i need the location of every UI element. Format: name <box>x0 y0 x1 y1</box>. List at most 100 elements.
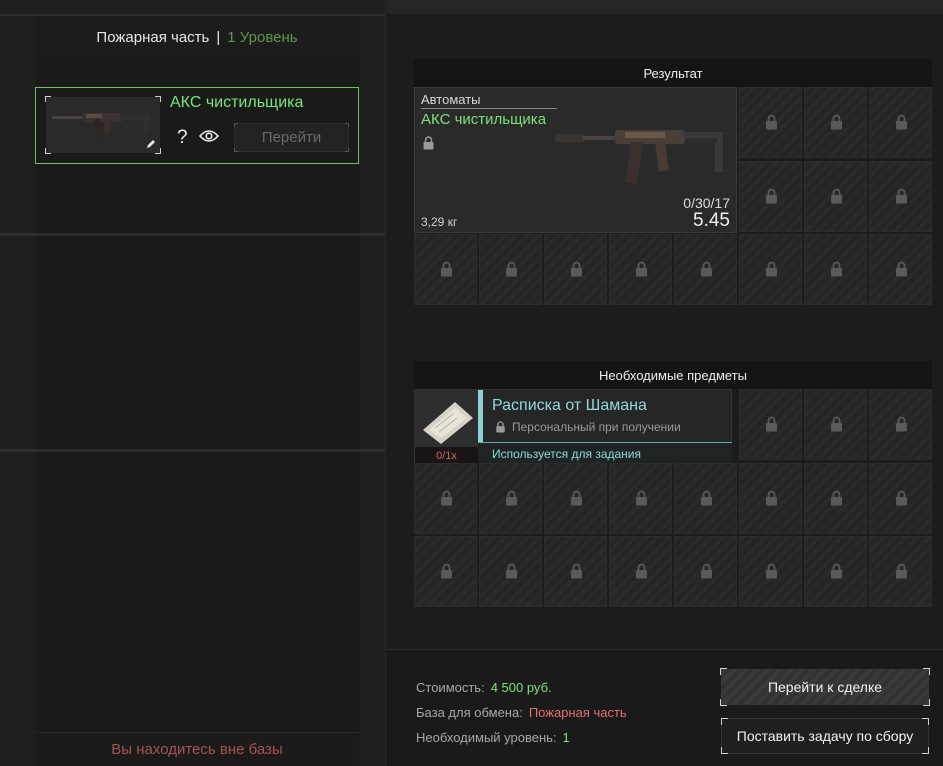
locked-slot <box>414 536 477 607</box>
locked-slot <box>869 160 932 232</box>
locked-slot <box>869 462 932 534</box>
locked-slot <box>674 536 737 607</box>
locked-slot <box>804 234 867 305</box>
section-divider <box>0 449 386 452</box>
quest-usage-note: Используется для задания <box>478 442 732 464</box>
required-item-card[interactable]: 0/1x Расписка от Шамана Персональный при… <box>414 389 732 464</box>
lock-icon <box>831 563 842 579</box>
personal-note: Персональный при получении <box>495 420 681 434</box>
lock-icon <box>896 261 907 277</box>
result-title: Результат <box>414 59 932 87</box>
station-name: Пожарная часть <box>96 28 210 46</box>
lock-icon <box>636 490 647 505</box>
locked-slot <box>609 536 672 607</box>
lock-icon <box>896 188 907 203</box>
required-title: Необходимые предметы <box>414 361 932 389</box>
top-strip <box>387 0 943 14</box>
lock-icon <box>701 261 712 277</box>
station-level: 1 Уровень <box>227 28 298 46</box>
rifle-icon <box>555 130 723 184</box>
locked-slot <box>609 234 672 305</box>
locked-slot <box>739 87 802 158</box>
locked-slot <box>609 462 672 534</box>
goto-button-label: Перейти <box>261 129 322 146</box>
lock-icon <box>571 261 582 277</box>
goto-button[interactable]: Перейти <box>234 123 349 152</box>
lock-icon <box>636 261 647 277</box>
required-item-name: Расписка от Шамана <box>492 397 647 414</box>
lock-icon <box>636 563 647 579</box>
lock-icon <box>766 416 777 432</box>
locked-slot <box>804 462 867 534</box>
locked-slot <box>739 536 802 607</box>
locked-slot <box>739 462 802 534</box>
locked-slot <box>674 462 737 534</box>
locked-slot <box>869 234 932 305</box>
lock-icon <box>423 136 434 150</box>
locked-slot <box>804 536 867 607</box>
lock-icon <box>831 261 842 277</box>
lock-icon <box>831 114 842 130</box>
locked-slot <box>479 462 542 534</box>
lock-icon <box>766 114 777 130</box>
locked-slot <box>544 234 607 305</box>
lock-icon <box>896 114 907 130</box>
locked-slot <box>869 389 932 460</box>
lock-icon <box>766 188 777 203</box>
lock-icon <box>506 563 517 579</box>
station-item-name: АКС чистильщика <box>170 94 304 111</box>
station-craft-item[interactable]: АКС чистильщика ? Перейти <box>35 87 359 164</box>
set-gather-task-button[interactable]: Поставить задачу по сбору <box>721 718 929 754</box>
locked-slot <box>804 87 867 158</box>
locked-slot <box>544 462 607 534</box>
locked-slot <box>739 234 802 305</box>
item-thumbnail[interactable] <box>45 96 161 154</box>
cost-row: Стоимость: 4 500 руб. <box>416 680 552 695</box>
lock-icon <box>571 563 582 579</box>
status-text: Вы находитесь вне базы <box>111 741 283 758</box>
go-to-deal-button[interactable]: Перейти к сделке <box>720 668 930 706</box>
locked-slot <box>739 160 802 232</box>
locked-slot <box>674 234 737 305</box>
lock-icon <box>896 490 907 505</box>
lock-icon <box>831 416 842 432</box>
lock-icon <box>441 261 452 277</box>
locked-slot <box>544 536 607 607</box>
lock-icon <box>896 416 907 432</box>
item-category: Автоматы <box>421 92 557 109</box>
level-row: Необходимый уровень: 1 <box>416 730 570 745</box>
locked-slot <box>869 536 932 607</box>
level-value: 1 <box>562 730 570 745</box>
base-value: Пожарная часть <box>528 705 627 720</box>
result-item-card[interactable]: Автоматы АКС чистильщика 3,29 кг 0/30/17… <box>414 87 737 233</box>
station-header: Пожарная часть | 1 Уровень <box>35 16 359 58</box>
lock-icon <box>441 563 452 579</box>
locked-slot <box>804 160 867 232</box>
receipt-icon <box>423 402 473 444</box>
left-panel: Пожарная часть | 1 Уровень АКС чистильщи… <box>0 0 386 766</box>
lock-icon <box>506 490 517 505</box>
locked-slot <box>869 87 932 158</box>
outside-base-status: Вы находитесь вне базы <box>35 732 359 766</box>
cost-value: 4 500 руб. <box>490 680 552 695</box>
locked-slot <box>414 234 477 305</box>
locked-slot <box>804 389 867 460</box>
locked-slot <box>739 389 802 460</box>
lock-icon <box>831 490 842 505</box>
lock-icon <box>896 563 907 579</box>
locked-slot <box>414 462 477 534</box>
right-panel: Результат Автоматы АКС чистильщика 3,29 … <box>387 0 943 766</box>
quest-accent-bar <box>478 390 483 442</box>
eye-icon[interactable] <box>199 129 219 143</box>
ammo-count: 0/30/17 <box>683 195 730 211</box>
help-icon[interactable]: ? <box>177 127 188 149</box>
required-count: 0/1x <box>415 447 478 464</box>
result-item-name: АКС чистильщика <box>421 111 547 128</box>
lock-icon <box>441 490 452 505</box>
lock-icon <box>571 490 582 505</box>
lock-icon <box>496 421 505 433</box>
rifle-icon <box>52 113 150 141</box>
locked-slot <box>479 234 542 305</box>
edit-icon[interactable] <box>145 138 157 150</box>
locked-slot <box>479 536 542 607</box>
